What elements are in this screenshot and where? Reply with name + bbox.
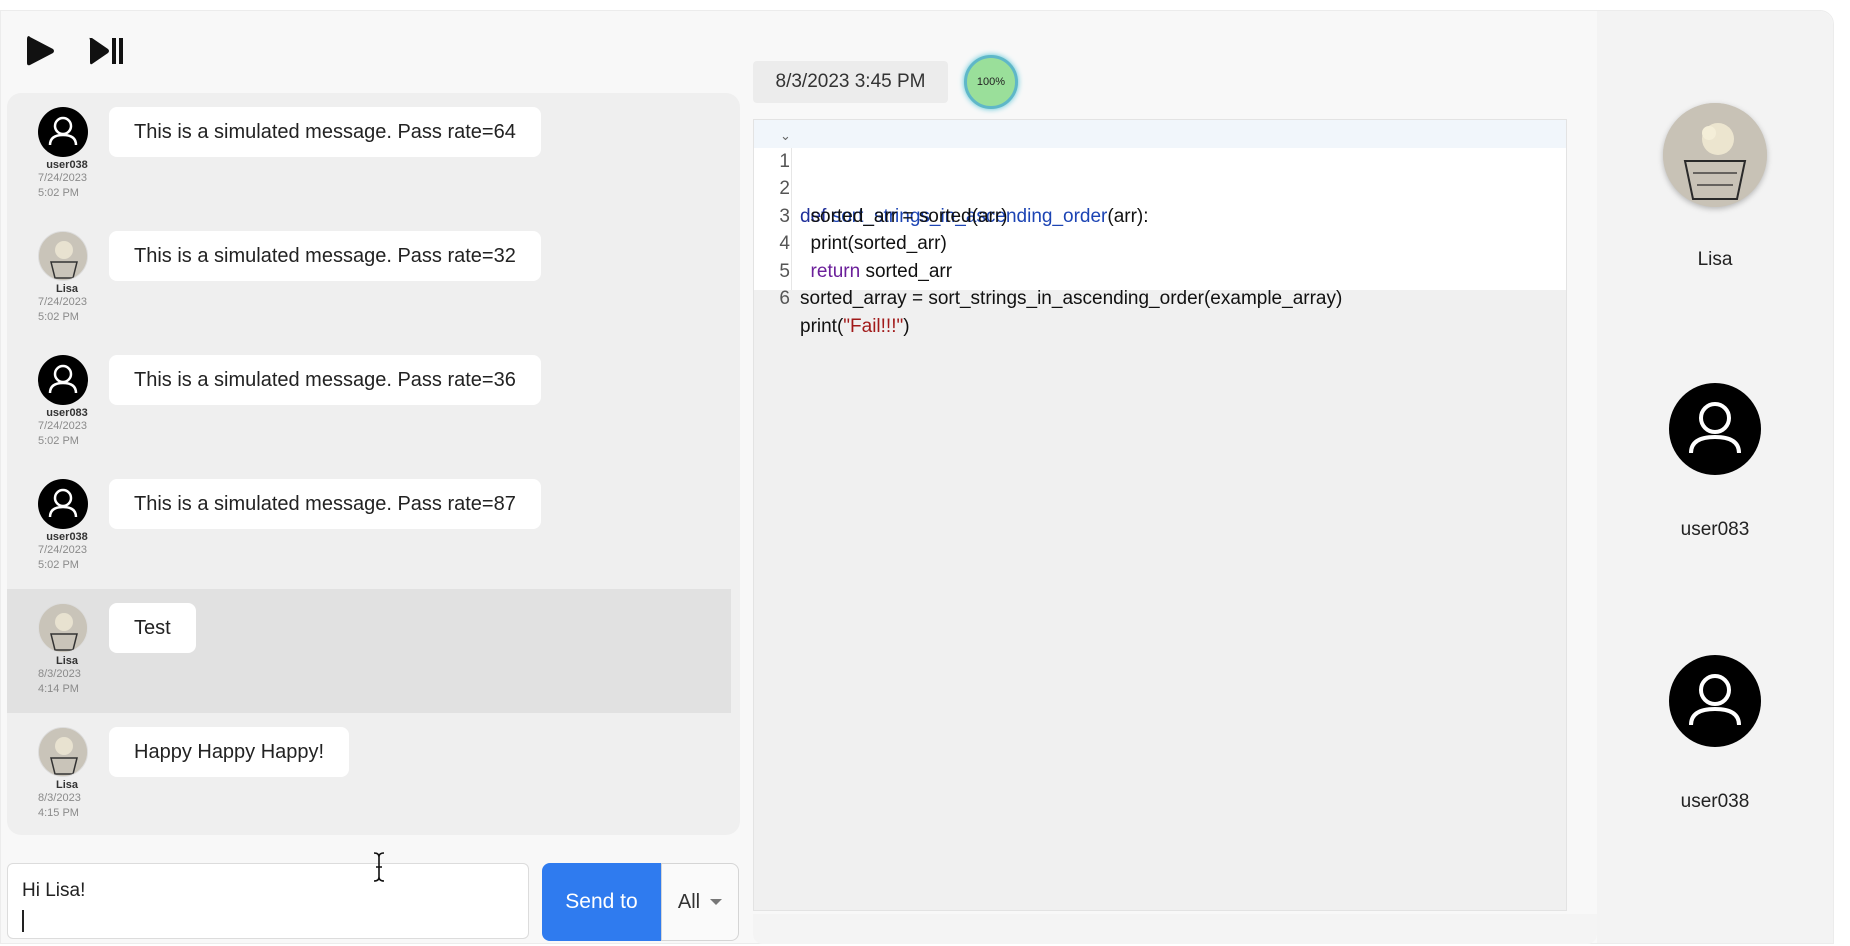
fold-chevron-icon[interactable]: ⌄ — [780, 122, 791, 150]
play-button[interactable] — [21, 31, 59, 71]
text-caret — [22, 910, 24, 932]
message-bubble: This is a simulated message. Pass rate=8… — [109, 479, 541, 529]
code-string: "Fail!!!" — [843, 315, 904, 337]
chat-message: Lisa 8/3/2023 4:15 PM Happy Happy Happy! — [7, 713, 740, 835]
code-line[interactable]: 2 sorted_arr = sorted(arr) — [754, 148, 1566, 227]
message-time: 4:14 PM — [38, 683, 79, 695]
profile-photo — [38, 231, 88, 281]
playback-toolbar — [21, 31, 125, 71]
chat-message: user083 7/24/2023 5:02 PM This is a simu… — [7, 341, 740, 465]
code-rest: ) — [903, 315, 910, 337]
play-pause-button[interactable] — [87, 31, 125, 71]
user-icon — [38, 355, 88, 405]
message-author: Lisa 8/3/2023 4:14 PM — [29, 603, 99, 697]
profile-photo — [38, 727, 88, 777]
participant-name: user083 — [1680, 519, 1750, 540]
chat-message: user038 7/24/2023 5:02 PM This is a simu… — [7, 93, 740, 217]
message-username: Lisa — [55, 655, 78, 667]
message-date: 8/3/2023 — [38, 792, 81, 804]
code-editor-area: 8/3/2023 3:45 PM 100% 1 ⌄ def sort_strin… — [753, 55, 1597, 946]
editor-timestamp: 8/3/2023 3:45 PM — [753, 61, 948, 103]
play-pause-icon — [89, 37, 123, 65]
message-date: 7/24/2023 — [38, 296, 87, 308]
send-to-button[interactable]: Send to — [542, 863, 661, 941]
progress-indicator: 100% — [964, 55, 1018, 109]
message-date: 7/24/2023 — [38, 544, 87, 556]
message-bubble: Test — [109, 603, 196, 653]
message-author: user083 7/24/2023 5:02 PM — [29, 355, 99, 449]
user-icon — [1669, 383, 1761, 475]
message-bubble: This is a simulated message. Pass rate=3… — [109, 355, 541, 405]
user-icon — [1669, 655, 1761, 747]
message-date: 8/3/2023 — [38, 668, 81, 680]
message-username: Lisa — [55, 779, 78, 791]
user-icon — [38, 479, 88, 529]
code-line[interactable]: 4 return sorted_arr — [754, 203, 1566, 282]
message-username: Lisa — [55, 283, 78, 295]
chat-message-highlighted: Lisa 8/3/2023 4:14 PM Test — [7, 589, 731, 713]
chat-message: Lisa 7/24/2023 5:02 PM This is a simulat… — [7, 217, 740, 341]
message-input[interactable]: Hi Lisa! — [7, 863, 529, 939]
code-text: sorted_array = sort_strings_in_ascending… — [800, 288, 1343, 309]
recipient-select-value: All — [677, 890, 701, 913]
message-bubble: This is a simulated message. Pass rate=3… — [109, 231, 541, 281]
message-author: user038 7/24/2023 5:02 PM — [29, 479, 99, 573]
message-username: user038 — [46, 159, 88, 171]
message-time: 5:02 PM — [38, 187, 79, 199]
code-line[interactable]: 3 print(sorted_arr) — [754, 175, 1566, 255]
message-time: 5:02 PM — [38, 559, 79, 571]
profile-photo — [38, 603, 88, 653]
code-lines[interactable]: 1 ⌄ def sort_strings_in_ascending_order(… — [754, 120, 1566, 337]
editor-footer — [753, 914, 1597, 944]
message-time: 5:02 PM — [38, 435, 79, 447]
message-author: user038 7/24/2023 5:02 PM — [29, 107, 99, 201]
chat-message: user038 7/24/2023 5:02 PM This is a simu… — [7, 465, 740, 589]
message-author: Lisa 8/3/2023 4:15 PM — [29, 727, 99, 821]
message-username: user038 — [46, 531, 88, 543]
code-text: print("Fail!!!") — [800, 313, 910, 341]
user-icon — [38, 107, 88, 157]
app-window: user038 7/24/2023 5:02 PM This is a simu… — [0, 10, 1834, 944]
text-cursor-icon — [373, 852, 385, 882]
participant-name: Lisa — [1697, 249, 1733, 270]
message-input-text: Hi Lisa! — [22, 880, 86, 901]
message-author: Lisa 7/24/2023 5:02 PM — [29, 231, 99, 325]
participant-name: user038 — [1680, 791, 1750, 812]
message-bubble: Happy Happy Happy! — [109, 727, 350, 777]
profile-photo — [1663, 103, 1767, 207]
message-time: 5:02 PM — [38, 311, 79, 323]
code-line[interactable]: 1 ⌄ def sort_strings_in_ascending_order(… — [754, 120, 1566, 227]
progress-label: 100% — [976, 76, 1006, 88]
message-date: 7/24/2023 — [38, 420, 87, 432]
chat-message-list[interactable]: user038 7/24/2023 5:02 PM This is a simu… — [7, 93, 740, 835]
message-bubble: This is a simulated message. Pass rate=6… — [109, 107, 541, 157]
message-time: 4:15 PM — [38, 807, 79, 819]
code-editor[interactable]: 1 ⌄ def sort_strings_in_ascending_order(… — [753, 119, 1567, 911]
participant-card[interactable]: Lisa — [1597, 103, 1833, 270]
participant-card[interactable]: user038 — [1597, 655, 1833, 812]
chevron-down-icon — [710, 899, 723, 905]
code-line[interactable]: 6 print("Fail!!!") — [754, 258, 1566, 337]
code-line[interactable]: 5 sorted_array = sort_strings_in_ascendi… — [754, 230, 1566, 310]
message-username: user083 — [46, 407, 88, 419]
play-icon — [27, 36, 54, 66]
line-number: 6 — [779, 288, 790, 309]
recipient-select[interactable]: All — [661, 863, 739, 941]
message-date: 7/24/2023 — [38, 172, 87, 184]
participants-panel: Lisa user083 user038 — [1597, 11, 1833, 943]
participant-card[interactable]: user083 — [1597, 383, 1833, 540]
code-rest: print( — [800, 315, 844, 337]
